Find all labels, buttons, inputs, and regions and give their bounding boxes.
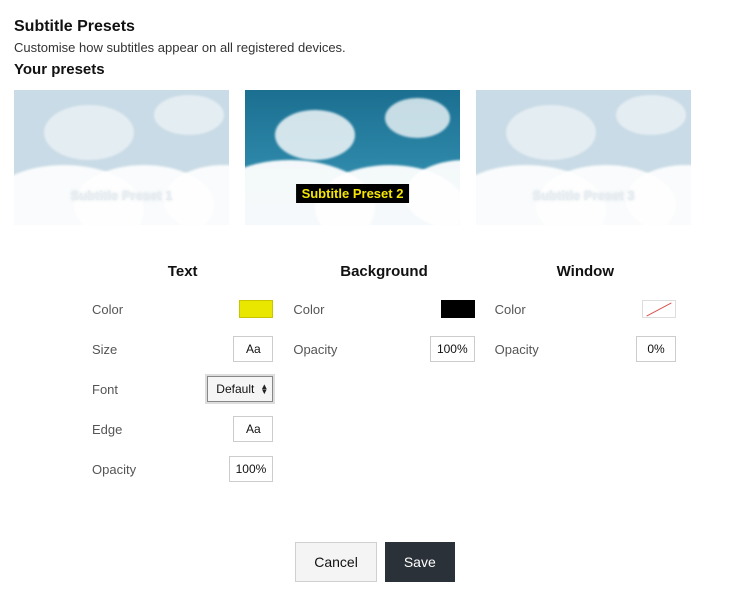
- actions-row: Cancel Save: [14, 542, 736, 582]
- background-column-header: Background: [293, 263, 474, 280]
- preset-label: Subtitle Preset 3: [533, 188, 635, 203]
- presets-row: Subtitle Preset 1 Subtitle Preset 2 Subt…: [14, 90, 736, 225]
- preset-2[interactable]: Subtitle Preset 2: [245, 90, 460, 225]
- window-opacity-label: Opacity: [495, 342, 539, 357]
- save-button[interactable]: Save: [385, 542, 455, 582]
- text-color-label: Color: [92, 302, 123, 317]
- text-size-label: Size: [92, 342, 117, 357]
- text-edge-picker[interactable]: Aa: [233, 416, 273, 442]
- text-edge-label: Edge: [92, 422, 122, 437]
- cancel-button[interactable]: Cancel: [295, 542, 377, 582]
- text-column: Text Color Size Aa Font Default ▲▼ Edge …: [92, 263, 273, 496]
- preset-label: Subtitle Preset 2: [296, 184, 410, 203]
- window-column: Window Color Opacity 0%: [495, 263, 676, 496]
- background-color-label: Color: [293, 302, 324, 317]
- window-column-header: Window: [495, 263, 676, 280]
- text-font-label: Font: [92, 382, 118, 397]
- background-opacity-label: Opacity: [293, 342, 337, 357]
- preset-label: Subtitle Preset 1: [71, 188, 173, 203]
- background-opacity-picker[interactable]: 100%: [430, 336, 475, 362]
- text-column-header: Text: [92, 263, 273, 280]
- preset-3[interactable]: Subtitle Preset 3: [476, 90, 691, 225]
- window-color-swatch[interactable]: [642, 300, 676, 318]
- select-chevron-icon: ▲▼: [260, 384, 268, 394]
- page-subtitle: Customise how subtitles appear on all re…: [14, 40, 736, 55]
- background-color-swatch[interactable]: [441, 300, 475, 318]
- settings-grid: Text Color Size Aa Font Default ▲▼ Edge …: [14, 263, 736, 496]
- window-opacity-picker[interactable]: 0%: [636, 336, 676, 362]
- presets-heading: Your presets: [14, 61, 736, 78]
- text-color-swatch[interactable]: [239, 300, 273, 318]
- background-column: Background Color Opacity 100%: [293, 263, 474, 496]
- text-font-value: Default: [216, 382, 254, 396]
- preset-1[interactable]: Subtitle Preset 1: [14, 90, 229, 225]
- text-font-select[interactable]: Default ▲▼: [207, 376, 273, 402]
- text-size-picker[interactable]: Aa: [233, 336, 273, 362]
- text-opacity-picker[interactable]: 100%: [229, 456, 274, 482]
- text-opacity-label: Opacity: [92, 462, 136, 477]
- page-title: Subtitle Presets: [14, 18, 736, 36]
- window-color-label: Color: [495, 302, 526, 317]
